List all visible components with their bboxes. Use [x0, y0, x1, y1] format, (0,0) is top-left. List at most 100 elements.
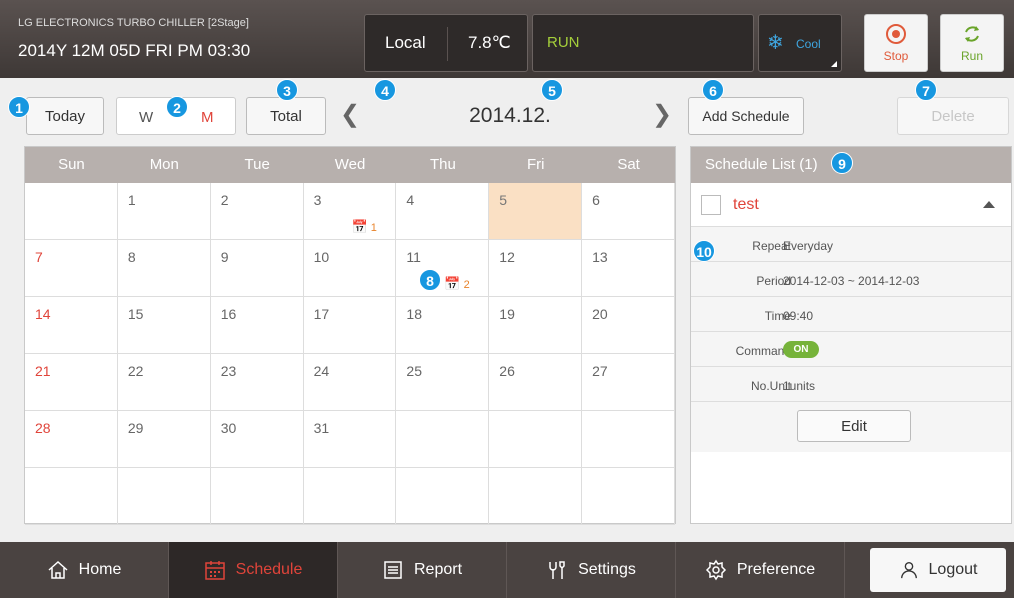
- day-number: 10: [313, 249, 330, 265]
- day-number: 22: [127, 363, 144, 379]
- calendar-day-cell[interactable]: 14: [25, 297, 118, 354]
- detail-row-time: Time 09:40: [691, 297, 1011, 332]
- run-button[interactable]: Run: [940, 14, 1004, 72]
- calendar-day-cell[interactable]: 31: [303, 411, 397, 468]
- command-toggle[interactable]: ON: [783, 341, 819, 358]
- calendar-day-cell[interactable]: 4: [396, 183, 490, 240]
- stop-button[interactable]: Stop: [864, 14, 928, 72]
- calendar-day-cell[interactable]: 12: [489, 240, 583, 297]
- nav-report[interactable]: Report: [338, 542, 507, 598]
- edit-button[interactable]: Edit: [797, 410, 911, 442]
- schedule-checkbox[interactable]: [701, 195, 721, 215]
- day-number: 8: [127, 249, 136, 265]
- calendar-day-cell[interactable]: 8: [117, 240, 211, 297]
- calendar-day-cell[interactable]: [25, 468, 118, 525]
- calendar-day-cell[interactable]: 7: [25, 240, 118, 297]
- detail-row-repeat: Repeat Everyday: [691, 227, 1011, 262]
- calendar-day-cell[interactable]: 19: [489, 297, 583, 354]
- total-button[interactable]: Total: [246, 97, 326, 135]
- calendar-day-cell[interactable]: 27: [582, 354, 675, 411]
- home-icon: [48, 560, 68, 579]
- delete-button[interactable]: Delete: [897, 97, 1009, 135]
- user-icon: [900, 562, 917, 579]
- calendar-day-cell[interactable]: 23: [210, 354, 304, 411]
- day-number: 30: [220, 420, 237, 436]
- calendar-day-cell[interactable]: 22: [117, 354, 211, 411]
- day-number: 19: [499, 306, 515, 322]
- detail-row-command: Command ON: [691, 332, 1011, 367]
- nav-settings[interactable]: Settings: [507, 542, 676, 598]
- calendar-day-cell[interactable]: 6: [582, 183, 675, 240]
- calendar-day-cell[interactable]: 29: [117, 411, 211, 468]
- calendar-icon: [204, 561, 225, 580]
- bottom-navigation: Home Schedule Report Settings Preference…: [0, 542, 1014, 598]
- calendar-day-cell[interactable]: 30: [210, 411, 304, 468]
- logout-label: Logout: [928, 561, 978, 578]
- calendar-day-cell[interactable]: [117, 468, 211, 525]
- callout-marker: 3: [276, 79, 298, 101]
- calendar-day-cell[interactable]: 18: [396, 297, 490, 354]
- schedule-item-name: test: [733, 196, 759, 213]
- calendar-day-cell[interactable]: 17: [303, 297, 397, 354]
- day-number: 17: [313, 306, 330, 322]
- calendar-day-cell[interactable]: 13: [582, 240, 675, 297]
- logout-button[interactable]: Logout: [870, 548, 1006, 592]
- day-number: 16: [220, 306, 237, 322]
- run-status-text: RUN: [547, 34, 580, 51]
- week-view-button[interactable]: W: [139, 109, 153, 126]
- day-number: 4: [406, 192, 415, 208]
- calendar-day-cell[interactable]: 24: [303, 354, 397, 411]
- calendar-day-cell[interactable]: 15: [117, 297, 211, 354]
- calendar-day-cell[interactable]: [582, 468, 675, 525]
- chevron-left-icon[interactable]: ❮: [340, 100, 360, 129]
- calendar-day-cell[interactable]: 28: [25, 411, 118, 468]
- calendar-day-cell[interactable]: 11 📅 2: [396, 240, 490, 297]
- calendar-day-cell[interactable]: 9: [210, 240, 304, 297]
- nav-preference[interactable]: Preference: [676, 542, 845, 598]
- calendar-day-cell[interactable]: 25: [396, 354, 490, 411]
- schedule-detail: Repeat Everyday Period 2014-12-03 ~ 2014…: [691, 227, 1011, 452]
- calendar-day-cell[interactable]: 1: [117, 183, 211, 240]
- today-button[interactable]: Today: [26, 97, 104, 135]
- nav-home[interactable]: Home: [0, 542, 169, 598]
- day-number: 28: [35, 420, 51, 436]
- day-number: 31: [313, 420, 330, 436]
- calendar-day-cell[interactable]: [303, 468, 397, 525]
- event-indicator[interactable]: 📅 1: [352, 219, 377, 235]
- event-indicator[interactable]: 📅 2: [444, 276, 469, 292]
- day-number: 29: [127, 420, 144, 436]
- operation-mode-selector[interactable]: ❄ Cool: [758, 14, 842, 72]
- calendar-day-cell[interactable]: 26: [489, 354, 583, 411]
- month-view-button[interactable]: M: [201, 109, 214, 126]
- day-number: 20: [592, 306, 608, 322]
- nav-schedule[interactable]: Schedule: [169, 542, 338, 598]
- schedule-item[interactable]: test: [691, 183, 1011, 227]
- callout-marker: 2: [166, 96, 188, 118]
- calendar-day-cell[interactable]: 21: [25, 354, 118, 411]
- callout-marker: 1: [8, 96, 30, 118]
- calendar-day-cell[interactable]: [582, 411, 675, 468]
- current-datetime: 2014Y 12M 05D FRI PM 03:30: [18, 41, 251, 60]
- calendar-day-cell[interactable]: [396, 411, 490, 468]
- calendar-day-cell[interactable]: [210, 468, 304, 525]
- calendar-day-cell[interactable]: 3 📅 1: [303, 183, 397, 240]
- chevron-right-icon[interactable]: ❯: [652, 100, 672, 129]
- day-number: 12: [499, 249, 515, 265]
- day-number: 15: [127, 306, 144, 322]
- calendar-event-icon: 📅: [351, 219, 368, 234]
- calendar-day-cell[interactable]: 16: [210, 297, 304, 354]
- calendar-day-cell[interactable]: 2: [210, 183, 304, 240]
- calendar-day-cell[interactable]: [489, 411, 583, 468]
- calendar-day-cell[interactable]: 5: [489, 183, 583, 240]
- calendar-day-cell[interactable]: 20: [582, 297, 675, 354]
- nav-schedule-label: Schedule: [235, 561, 303, 578]
- calendar-day-cell[interactable]: [396, 468, 490, 525]
- calendar-day-cell[interactable]: 10: [303, 240, 397, 297]
- day-number: 26: [499, 363, 515, 379]
- control-mode-label: Local: [385, 33, 426, 52]
- calendar-day-cell[interactable]: [25, 183, 118, 240]
- day-number: 21: [35, 363, 51, 379]
- collapse-arrow-icon[interactable]: [983, 201, 995, 208]
- calendar-day-cell[interactable]: [489, 468, 583, 525]
- add-schedule-button[interactable]: Add Schedule: [688, 97, 804, 135]
